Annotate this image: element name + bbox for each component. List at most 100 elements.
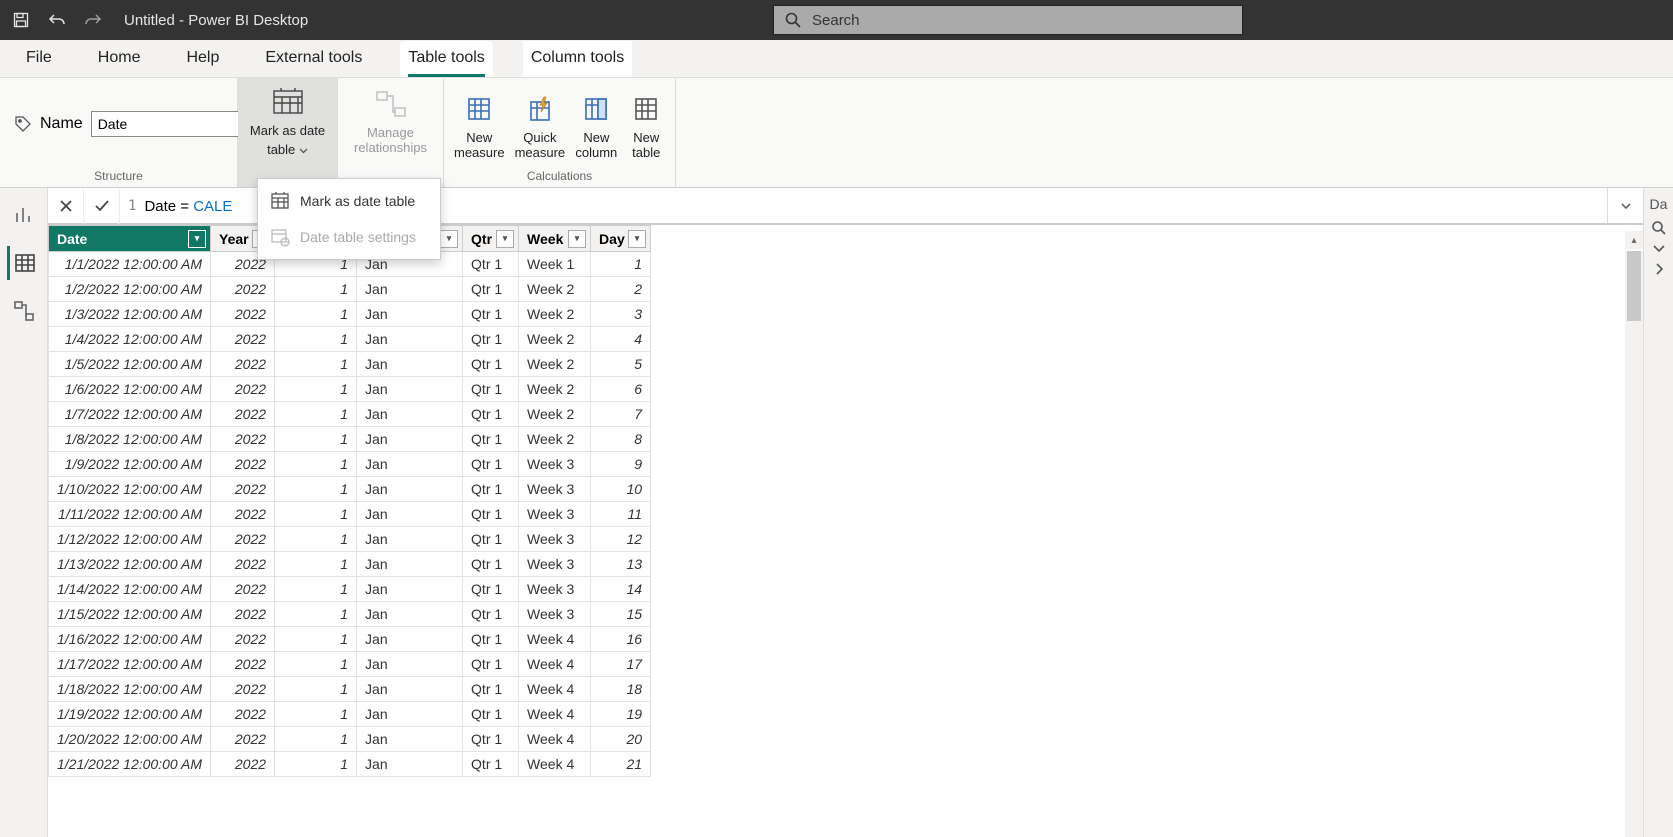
table-row[interactable]: 1/11/2022 12:00:00 AM20221JanQtr 1Week 3… [49, 502, 651, 527]
cell-date[interactable]: 1/1/2022 12:00:00 AM [49, 252, 211, 277]
tab-external-tools[interactable]: External tools [257, 41, 370, 77]
cell-date[interactable]: 1/15/2022 12:00:00 AM [49, 602, 211, 627]
cell-week[interactable]: Week 3 [519, 527, 591, 552]
cell-qtr[interactable]: Qtr 1 [463, 552, 519, 577]
cell-monthnum[interactable]: 1 [275, 302, 357, 327]
cell-qtr[interactable]: Qtr 1 [463, 427, 519, 452]
cell-day[interactable]: 11 [591, 502, 651, 527]
report-view-button[interactable] [7, 198, 41, 232]
cell-week[interactable]: Week 4 [519, 677, 591, 702]
table-row[interactable]: 1/10/2022 12:00:00 AM20221JanQtr 1Week 3… [49, 477, 651, 502]
cell-year[interactable]: 2022 [211, 627, 275, 652]
cell-monthnum[interactable]: 1 [275, 502, 357, 527]
cell-day[interactable]: 6 [591, 377, 651, 402]
cell-monthnum[interactable]: 1 [275, 477, 357, 502]
filter-icon[interactable]: ▾ [628, 230, 646, 248]
cell-qtr[interactable]: Qtr 1 [463, 627, 519, 652]
commit-formula-button[interactable] [84, 188, 120, 224]
col-week[interactable]: Week▾ [519, 226, 591, 252]
filter-icon[interactable]: ▾ [440, 230, 458, 248]
cell-monthnum[interactable]: 1 [275, 652, 357, 677]
cell-day[interactable]: 3 [591, 302, 651, 327]
cell-date[interactable]: 1/8/2022 12:00:00 AM [49, 427, 211, 452]
cell-monthnum[interactable]: 1 [275, 677, 357, 702]
cell-date[interactable]: 1/21/2022 12:00:00 AM [49, 752, 211, 777]
cell-date[interactable]: 1/12/2022 12:00:00 AM [49, 527, 211, 552]
expand-formula-button[interactable] [1607, 188, 1643, 223]
table-row[interactable]: 1/19/2022 12:00:00 AM20221JanQtr 1Week 4… [49, 702, 651, 727]
cell-week[interactable]: Week 4 [519, 652, 591, 677]
cell-day[interactable]: 18 [591, 677, 651, 702]
cell-date[interactable]: 1/13/2022 12:00:00 AM [49, 552, 211, 577]
cell-year[interactable]: 2022 [211, 377, 275, 402]
table-row[interactable]: 1/21/2022 12:00:00 AM20221JanQtr 1Week 4… [49, 752, 651, 777]
cell-month[interactable]: Jan [357, 427, 463, 452]
cell-day[interactable]: 10 [591, 477, 651, 502]
search-input[interactable]: Search [773, 5, 1243, 35]
cell-date[interactable]: 1/6/2022 12:00:00 AM [49, 377, 211, 402]
cell-monthnum[interactable]: 1 [275, 752, 357, 777]
popup-mark-as-date-table[interactable]: Mark as date table [258, 183, 440, 219]
cell-week[interactable]: Week 4 [519, 627, 591, 652]
cell-date[interactable]: 1/5/2022 12:00:00 AM [49, 352, 211, 377]
cell-month[interactable]: Jan [357, 602, 463, 627]
cell-year[interactable]: 2022 [211, 402, 275, 427]
cell-qtr[interactable]: Qtr 1 [463, 377, 519, 402]
undo-icon[interactable] [46, 9, 68, 31]
table-row[interactable]: 1/13/2022 12:00:00 AM20221JanQtr 1Week 3… [49, 552, 651, 577]
save-icon[interactable] [10, 9, 32, 31]
cell-week[interactable]: Week 3 [519, 477, 591, 502]
cell-week[interactable]: Week 1 [519, 252, 591, 277]
filter-icon[interactable]: ▾ [568, 230, 586, 248]
filter-icon[interactable]: ▾ [188, 230, 206, 248]
cell-year[interactable]: 2022 [211, 727, 275, 752]
cell-day[interactable]: 15 [591, 602, 651, 627]
cell-month[interactable]: Jan [357, 527, 463, 552]
cell-year[interactable]: 2022 [211, 502, 275, 527]
cell-monthnum[interactable]: 1 [275, 602, 357, 627]
table-row[interactable]: 1/9/2022 12:00:00 AM20221JanQtr 1Week 39 [49, 452, 651, 477]
cell-year[interactable]: 2022 [211, 677, 275, 702]
cell-day[interactable]: 12 [591, 527, 651, 552]
cell-month[interactable]: Jan [357, 477, 463, 502]
cell-year[interactable]: 2022 [211, 327, 275, 352]
cell-date[interactable]: 1/4/2022 12:00:00 AM [49, 327, 211, 352]
cell-monthnum[interactable]: 1 [275, 527, 357, 552]
tab-help[interactable]: Help [178, 41, 227, 77]
scroll-up-icon[interactable]: ▴ [1625, 231, 1643, 249]
cell-year[interactable]: 2022 [211, 702, 275, 727]
cell-year[interactable]: 2022 [211, 552, 275, 577]
cell-monthnum[interactable]: 1 [275, 402, 357, 427]
cell-month[interactable]: Jan [357, 552, 463, 577]
table-row[interactable]: 1/3/2022 12:00:00 AM20221JanQtr 1Week 23 [49, 302, 651, 327]
cell-year[interactable]: 2022 [211, 602, 275, 627]
table-row[interactable]: 1/15/2022 12:00:00 AM20221JanQtr 1Week 3… [49, 602, 651, 627]
cancel-formula-button[interactable] [48, 188, 84, 224]
scroll-thumb[interactable] [1627, 251, 1641, 321]
cell-monthnum[interactable]: 1 [275, 452, 357, 477]
cell-qtr[interactable]: Qtr 1 [463, 702, 519, 727]
table-name-input[interactable] [91, 111, 241, 137]
cell-qtr[interactable]: Qtr 1 [463, 652, 519, 677]
cell-qtr[interactable]: Qtr 1 [463, 577, 519, 602]
redo-icon[interactable] [82, 9, 104, 31]
cell-day[interactable]: 7 [591, 402, 651, 427]
table-row[interactable]: 1/5/2022 12:00:00 AM20221JanQtr 1Week 25 [49, 352, 651, 377]
table-row[interactable]: 1/6/2022 12:00:00 AM20221JanQtr 1Week 26 [49, 377, 651, 402]
cell-qtr[interactable]: Qtr 1 [463, 352, 519, 377]
cell-month[interactable]: Jan [357, 752, 463, 777]
table-row[interactable]: 1/12/2022 12:00:00 AM20221JanQtr 1Week 3… [49, 527, 651, 552]
cell-year[interactable]: 2022 [211, 277, 275, 302]
manage-relationships-button[interactable]: Manage relationships [348, 82, 433, 156]
cell-month[interactable]: Jan [357, 402, 463, 427]
cell-qtr[interactable]: Qtr 1 [463, 727, 519, 752]
cell-date[interactable]: 1/7/2022 12:00:00 AM [49, 402, 211, 427]
cell-week[interactable]: Week 4 [519, 752, 591, 777]
cell-year[interactable]: 2022 [211, 452, 275, 477]
search-icon[interactable] [1651, 220, 1667, 236]
cell-date[interactable]: 1/9/2022 12:00:00 AM [49, 452, 211, 477]
cell-date[interactable]: 1/17/2022 12:00:00 AM [49, 652, 211, 677]
cell-year[interactable]: 2022 [211, 652, 275, 677]
cell-month[interactable]: Jan [357, 277, 463, 302]
right-collapsed-pane[interactable]: Da [1643, 188, 1673, 837]
